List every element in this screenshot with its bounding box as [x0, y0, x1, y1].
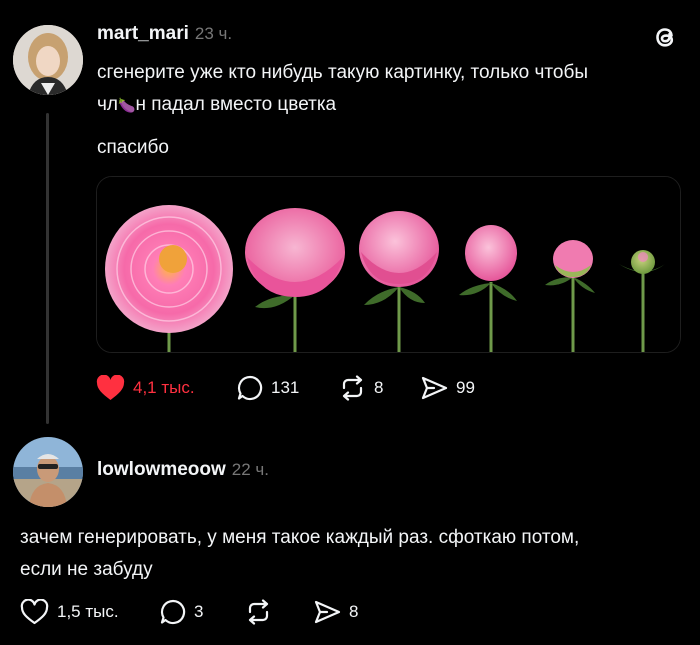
repost-button[interactable]: 8 [339, 374, 383, 402]
send-icon [420, 375, 448, 401]
share-count: 8 [349, 602, 359, 621]
share-button[interactable]: 8 [313, 598, 358, 626]
reply-text-line: зачем генерировать, у меня такое каждый … [20, 527, 580, 548]
comment-count: 131 [271, 378, 300, 397]
post-text-line: чл🍆н падал вместо цветка [97, 94, 337, 115]
threads-logo-icon[interactable] [650, 22, 680, 52]
comment-button[interactable]: 131 [237, 374, 299, 402]
reply-time: 22 ч. [231, 460, 269, 479]
reply-username[interactable]: lowlowmeoow [97, 459, 226, 481]
like-count: 1,5 тыс. [57, 602, 119, 621]
reply-text: зачем генерировать, у меня такое каждый … [20, 522, 690, 586]
comment-icon [237, 375, 263, 401]
repost-icon [339, 375, 366, 401]
thread-line [46, 113, 49, 424]
like-button[interactable]: 4,1 тыс. [96, 374, 195, 402]
post-text-line: спасибо [97, 137, 169, 158]
post-text-line: сгенерите уже кто нибудь такую картинку,… [97, 62, 589, 83]
post-username[interactable]: mart_mari [97, 23, 189, 45]
like-button[interactable]: 1,5 тыс. [20, 598, 119, 626]
heart-icon [20, 599, 49, 625]
thread-screen: { "post1": { "username": "mart_mari", "t… [0, 0, 700, 645]
comment-button[interactable]: 3 [160, 598, 203, 626]
comment-icon [160, 599, 186, 625]
repost-count: 8 [374, 378, 384, 397]
post-image[interactable] [96, 176, 681, 353]
avatar-lowlowmeoow[interactable] [13, 437, 83, 507]
like-count: 4,1 тыс. [133, 378, 195, 397]
repost-button[interactable] [245, 598, 280, 626]
post-text: сгенерите уже кто нибудь такую картинку,… [97, 57, 657, 121]
heart-icon [96, 375, 125, 401]
repost-icon [245, 599, 272, 625]
post-time: 23 ч. [194, 24, 233, 43]
comment-count: 3 [194, 602, 204, 621]
share-count: 99 [456, 378, 475, 397]
share-button[interactable]: 99 [420, 374, 475, 402]
eggplant-emoji: 🍆 [118, 97, 136, 113]
send-icon [313, 599, 341, 625]
avatar-mart-mari[interactable] [13, 25, 83, 95]
reply-text-line: если не забуду [20, 559, 153, 580]
